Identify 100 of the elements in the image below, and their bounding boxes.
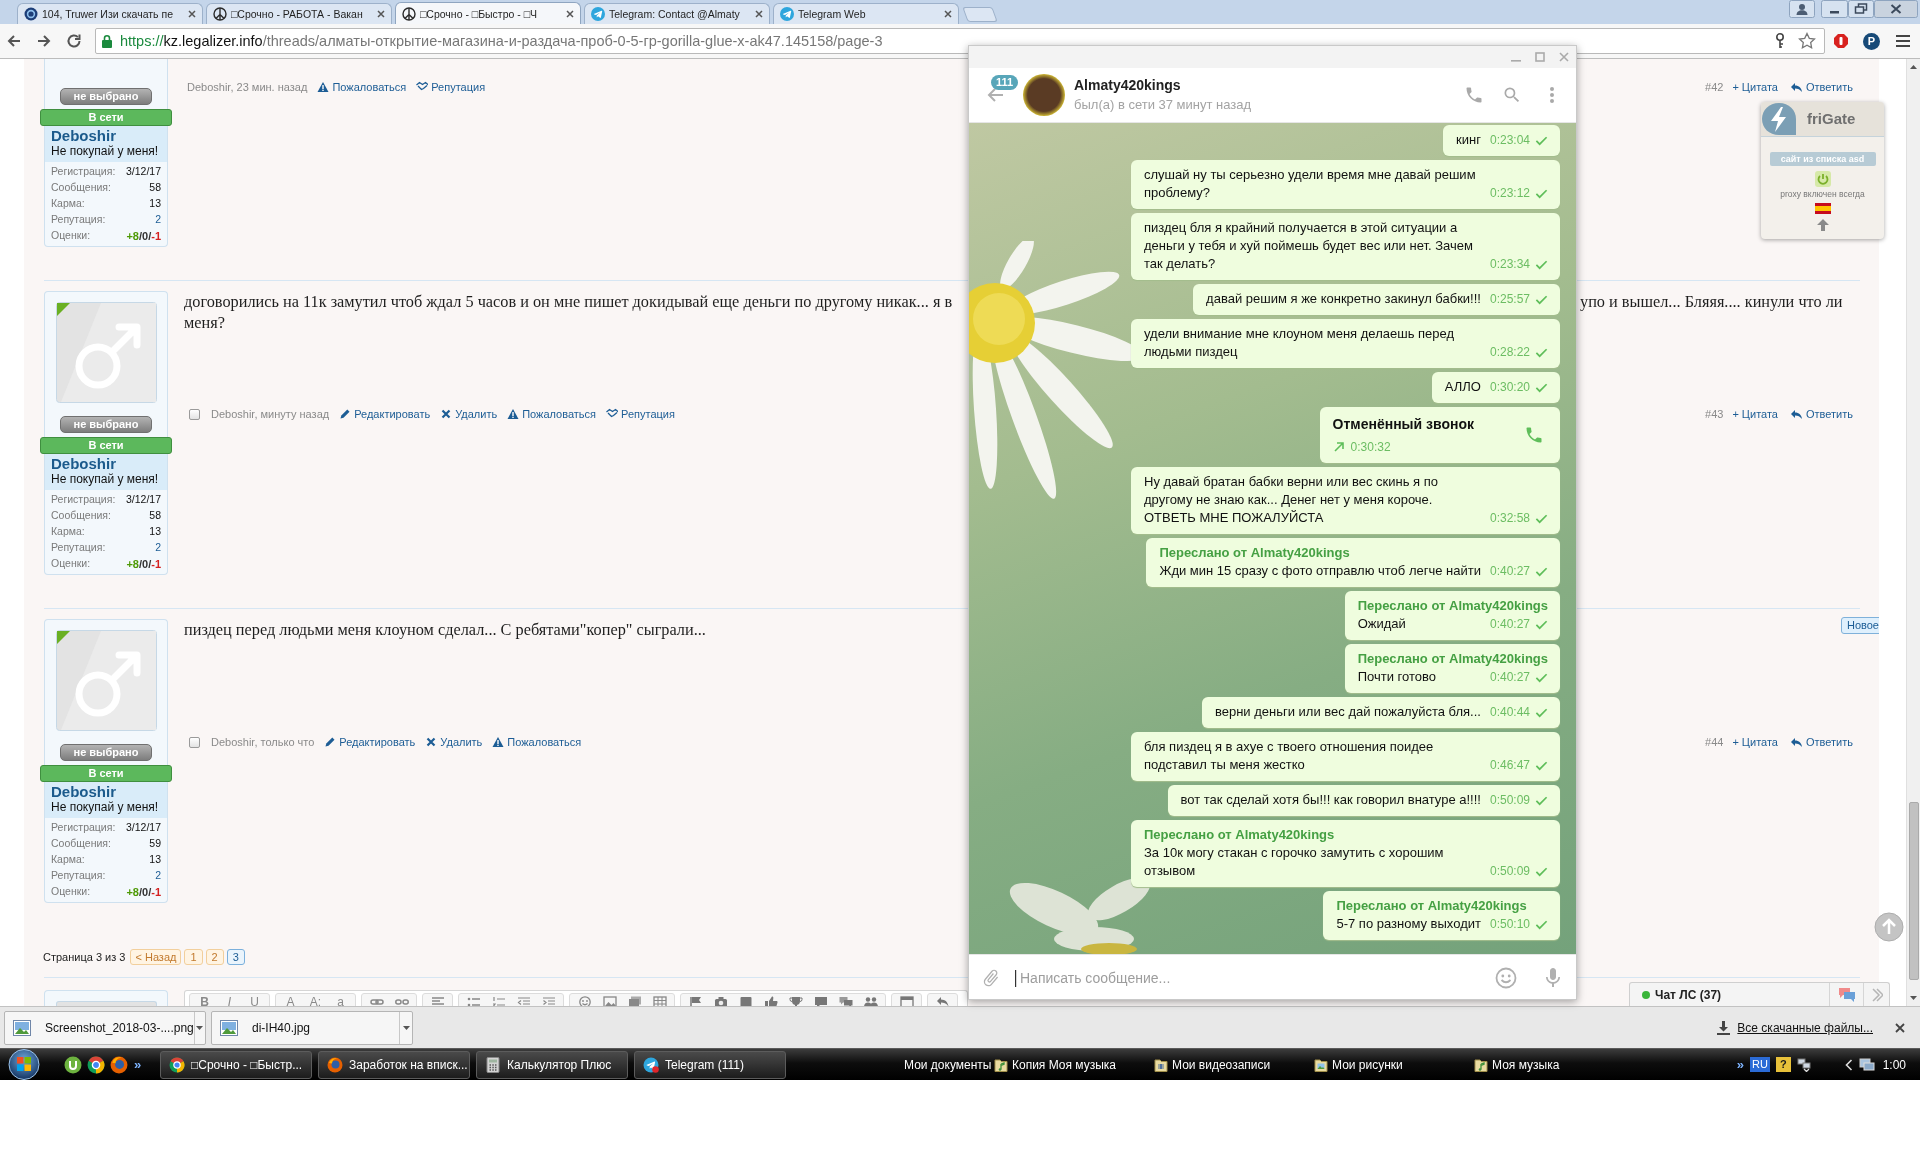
report-link[interactable]: Пожаловаться — [507, 405, 597, 423]
indent-icon[interactable] — [541, 996, 556, 1006]
help-button[interactable]: ? — [1775, 1057, 1791, 1072]
stat-link[interactable]: 2 — [155, 212, 161, 228]
undo-icon[interactable] — [935, 996, 950, 1006]
browser-icon[interactable] — [110, 1055, 128, 1074]
chain-link-icon[interactable] — [369, 996, 384, 1006]
delete-link[interactable]: Удалить — [440, 405, 498, 423]
download-item[interactable]: di-IH40.jpg — [211, 1010, 413, 1045]
page-link[interactable]: 3 — [226, 949, 245, 965]
broken-link-icon[interactable] — [394, 996, 409, 1006]
key-icon[interactable] — [1774, 33, 1786, 49]
minimize-icon[interactable] — [1821, 0, 1848, 18]
search-icon[interactable] — [1502, 85, 1522, 105]
browser-icon[interactable] — [87, 1055, 105, 1074]
speech-bubbles-icon[interactable] — [838, 996, 853, 1006]
browser-tab[interactable]: Telegram: Contact @Almaty — [584, 3, 770, 24]
caret-icon[interactable] — [196, 1025, 204, 1030]
trophy-icon[interactable] — [788, 996, 803, 1006]
close-icon[interactable] — [755, 10, 763, 18]
bullet-list-icon[interactable] — [466, 996, 481, 1006]
app-icon[interactable] — [64, 1055, 82, 1074]
image-icon[interactable] — [602, 996, 617, 1006]
report-link[interactable]: Пожаловаться — [492, 733, 582, 751]
quote-link[interactable]: + Цитата — [1732, 405, 1778, 423]
taskbar-button[interactable]: Калькулятор Плюс — [476, 1050, 628, 1079]
close-icon[interactable] — [1874, 0, 1918, 18]
close-icon[interactable] — [944, 10, 952, 18]
more-tray-button[interactable]: » — [1736, 1057, 1744, 1072]
username-link[interactable]: Deboshir — [51, 456, 116, 472]
reputation-link[interactable]: Репутация — [416, 78, 486, 96]
reply-link[interactable]: Ответить — [1789, 733, 1853, 751]
star-icon[interactable] — [1798, 32, 1816, 50]
power-icon[interactable] — [1814, 171, 1831, 187]
taskbar-button[interactable]: Заработок на вписк... — [318, 1050, 470, 1079]
browser-tab[interactable]: 104, Truwer Изи скачать пе — [17, 3, 203, 24]
folder-shortcut[interactable]: Мои документы — [886, 1055, 990, 1074]
username-link[interactable]: Deboshir — [51, 784, 116, 800]
browser-tab[interactable]: Telegram Web — [773, 3, 959, 24]
smiley-icon[interactable] — [577, 996, 592, 1006]
quote-link[interactable]: + Цитата — [1732, 78, 1778, 96]
phone-icon[interactable] — [1524, 425, 1544, 445]
folder-shortcut[interactable]: Мои видеозаписи — [1150, 1055, 1310, 1074]
chat-label[interactable]: Чат ЛС (37) — [1655, 985, 1722, 1004]
more-shortcuts-button[interactable]: » — [134, 1057, 142, 1072]
italic-button[interactable]: I — [217, 995, 242, 1006]
profile-icon[interactable] — [1789, 0, 1815, 18]
flag-icon[interactable] — [688, 996, 703, 1006]
extension-button[interactable]: P — [1863, 32, 1880, 50]
reply-link[interactable]: Ответить — [1789, 405, 1853, 423]
browser-tab[interactable]: □Срочно - РАБОТА - Вакан — [206, 3, 392, 24]
start-button[interactable] — [7, 1049, 41, 1080]
tray-icon[interactable] — [1796, 1057, 1811, 1072]
caret-icon[interactable] — [402, 1025, 410, 1030]
stat-link[interactable]: 2 — [155, 540, 161, 556]
people-icon[interactable] — [863, 996, 878, 1006]
chevron-left-icon[interactable] — [1844, 1058, 1853, 1071]
microphone-icon[interactable] — [1545, 967, 1561, 989]
taskbar-button[interactable]: Telegram (111) — [634, 1050, 786, 1079]
more-options-icon[interactable] — [1549, 86, 1555, 104]
close-icon[interactable] — [188, 10, 196, 18]
download-item[interactable]: Screenshot_2018-03-....png — [4, 1010, 206, 1045]
menu-icon[interactable] — [1895, 34, 1911, 48]
stop-sign-icon[interactable] — [1833, 33, 1849, 49]
username-link[interactable]: Deboshir — [51, 128, 116, 144]
restore-icon[interactable] — [1848, 0, 1874, 18]
smiley-icon[interactable] — [1495, 967, 1517, 989]
folder-shortcut[interactable]: Моя музыка — [1470, 1055, 1630, 1074]
browser-tab[interactable]: □Срочно - □Быстро - □Ч — [395, 2, 581, 24]
taskbar-button[interactable]: □Срочно - □Быстр... — [160, 1050, 312, 1079]
message-input[interactable]: Написать сообщение... — [1020, 963, 1485, 993]
forward-icon[interactable] — [36, 33, 52, 49]
all-downloads-link[interactable]: Все скачанные файлы... — [1717, 1018, 1873, 1037]
reload-icon[interactable] — [66, 33, 82, 49]
edit-link[interactable]: Редактировать — [339, 405, 431, 423]
scroll-to-top-icon[interactable] — [1874, 912, 1904, 942]
scrollbar-thumb[interactable] — [1908, 802, 1919, 980]
window-icon[interactable] — [899, 996, 914, 1006]
paperclip-icon[interactable] — [981, 968, 1001, 988]
reputation-link[interactable]: Репутация — [606, 405, 675, 423]
thumbs-up-icon[interactable] — [763, 996, 778, 1006]
select-checkbox[interactable] — [189, 736, 200, 748]
stat-link[interactable]: 2 — [155, 868, 161, 884]
folder-shortcut[interactable]: Мои рисунки — [1310, 1055, 1470, 1074]
speech-bubbles-icon[interactable] — [1837, 986, 1856, 1003]
language-indicator[interactable]: RU — [1750, 1057, 1770, 1072]
close-icon[interactable] — [1895, 1022, 1905, 1033]
reply-link[interactable]: Ответить — [1789, 78, 1853, 96]
quote-link[interactable]: + Цитата — [1732, 733, 1778, 751]
folder-shortcut[interactable]: Копия Моя музыка — [990, 1055, 1150, 1074]
table-icon[interactable] — [652, 996, 667, 1006]
align-left-icon[interactable] — [430, 996, 445, 1006]
report-link[interactable]: Пожаловаться — [317, 78, 407, 96]
outdent-icon[interactable] — [516, 996, 531, 1006]
delete-link[interactable]: Удалить — [425, 733, 483, 751]
up-arrow-icon[interactable] — [1815, 218, 1830, 232]
close-icon[interactable] — [566, 9, 574, 18]
back-arrow-icon[interactable] — [986, 87, 1004, 103]
select-checkbox[interactable] — [189, 408, 200, 420]
speech-bubble-icon[interactable] — [813, 996, 828, 1006]
